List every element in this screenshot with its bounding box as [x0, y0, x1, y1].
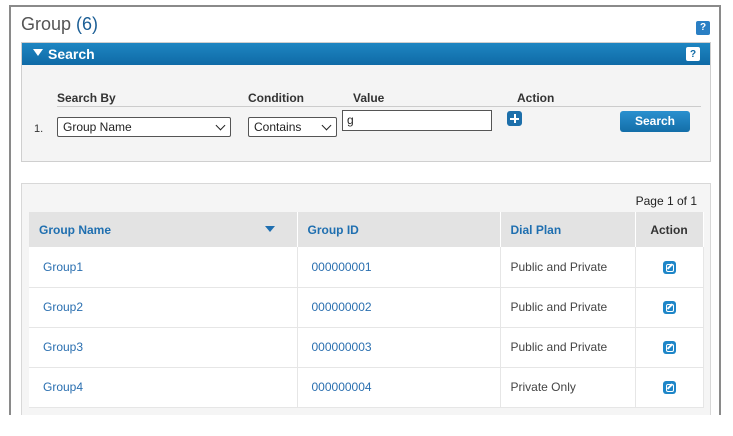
table-row: Group3 000000003 Public and Private — [29, 327, 704, 368]
group-id-link[interactable]: 000000003 — [297, 327, 501, 368]
column-header-action: Action — [635, 212, 704, 247]
table-row: Group4 000000004 Private Only — [29, 367, 704, 408]
criteria-divider — [57, 106, 701, 107]
table-row: Group1 000000001 Public and Private — [29, 247, 704, 288]
search-help-icon[interactable]: ? — [686, 47, 700, 61]
edit-icon[interactable] — [662, 341, 676, 355]
search-panel: Search ? Search By Condition Value Actio… — [21, 42, 711, 162]
page-header: Group (6) ? — [11, 7, 719, 41]
action-header: Action — [517, 91, 555, 105]
results-panel: Page 1 of 1 Group Name Group ID Dial Pla… — [21, 183, 711, 415]
criteria-row-number: 1. — [34, 123, 44, 135]
search-section-title: Search — [48, 46, 95, 62]
edit-icon[interactable] — [662, 381, 676, 395]
collapse-caret-icon[interactable] — [33, 49, 43, 56]
column-header-group-name[interactable]: Group Name — [29, 212, 298, 247]
action-cell — [635, 247, 704, 288]
column-header-group-id[interactable]: Group ID — [297, 212, 501, 247]
group-name-link[interactable]: Group3 — [29, 327, 298, 368]
group-name-link[interactable]: Group2 — [29, 287, 298, 328]
group-name-link[interactable]: Group1 — [29, 247, 298, 288]
dial-plan-cell: Public and Private — [500, 327, 636, 368]
dial-plan-cell: Public and Private — [500, 247, 636, 288]
value-header: Value — [353, 91, 385, 105]
page-title: Group (6) — [21, 14, 98, 35]
condition-select[interactable]: Contains — [248, 117, 337, 137]
edit-icon[interactable] — [662, 301, 676, 315]
group-id-link[interactable]: 000000004 — [297, 367, 501, 408]
search-by-value: Group Name — [63, 120, 132, 134]
group-id-link[interactable]: 000000001 — [297, 247, 501, 288]
group-count: (6) — [76, 14, 99, 34]
dial-plan-cell: Public and Private — [500, 287, 636, 328]
chevron-down-icon — [215, 120, 226, 131]
group-name-link[interactable]: Group4 — [29, 367, 298, 408]
groups-window: Group (6) ? Search ? Search By Condition… — [9, 5, 721, 415]
dial-plan-cell: Private Only — [500, 367, 636, 408]
condition-header: Condition — [248, 91, 304, 105]
groups-table: Group Name Group ID Dial Plan Action Gro… — [29, 212, 704, 408]
pagination-text: Page 1 of 1 — [635, 194, 697, 208]
search-section-header[interactable]: Search ? — [22, 43, 710, 65]
table-header-row: Group Name Group ID Dial Plan Action — [29, 212, 704, 247]
value-input[interactable]: g — [342, 110, 492, 131]
table-row: Group2 000000002 Public and Private — [29, 287, 704, 328]
help-icon[interactable]: ? — [696, 21, 710, 35]
action-cell — [635, 367, 704, 408]
page-title-text: Group — [21, 14, 72, 34]
action-cell — [635, 327, 704, 368]
column-label: Group Name — [39, 222, 112, 237]
condition-value: Contains — [254, 120, 302, 134]
group-id-link[interactable]: 000000002 — [297, 287, 501, 328]
search-by-select[interactable]: Group Name — [57, 117, 231, 137]
add-criteria-icon[interactable] — [507, 111, 522, 126]
edit-icon[interactable] — [662, 260, 676, 274]
sort-caret-down-icon[interactable] — [264, 226, 275, 232]
chevron-down-icon — [321, 120, 332, 131]
search-by-header: Search By — [57, 91, 116, 105]
search-button[interactable]: Search — [620, 111, 690, 132]
action-cell — [635, 287, 704, 328]
column-header-dial-plan[interactable]: Dial Plan — [500, 212, 636, 247]
